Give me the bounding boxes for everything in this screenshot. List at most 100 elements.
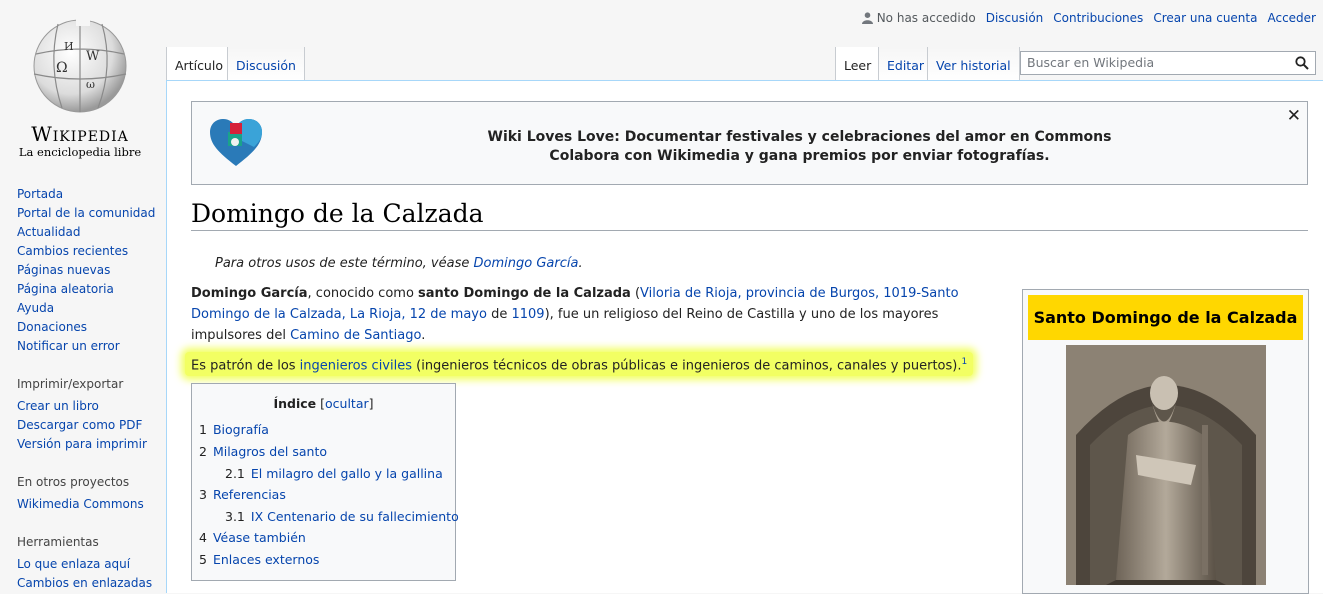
sidebar-item-portal-comunidad[interactable]: Portal de la comunidad bbox=[17, 206, 155, 220]
svg-text:ω: ω bbox=[86, 78, 95, 91]
toc-item[interactable]: 3.1 IX Centenario de su fallecimiento bbox=[199, 506, 459, 527]
toc-item[interactable]: 4 Véase también bbox=[199, 527, 455, 549]
text: Es patrón de los bbox=[191, 358, 300, 374]
search-icon[interactable] bbox=[1295, 56, 1309, 70]
toc-heading: Índice bbox=[273, 396, 317, 411]
toc-number: 2 bbox=[199, 444, 207, 459]
banner-line-1: Wiki Loves Love: Documentar festivales y… bbox=[487, 129, 1112, 145]
toc-number: 4 bbox=[199, 530, 207, 545]
text: ( bbox=[630, 286, 641, 301]
infobox-title: Santo Domingo de la Calzada bbox=[1028, 295, 1303, 340]
svg-text:Ω: Ω bbox=[56, 60, 68, 76]
toc-number: 1 bbox=[199, 422, 207, 437]
anon-user: No has accedido bbox=[861, 11, 976, 25]
contributions-link[interactable]: Contribuciones bbox=[1053, 11, 1143, 25]
not-logged-in-text: No has accedido bbox=[876, 11, 976, 25]
sidebar-nav: Portada Portal de la comunidad Actualida… bbox=[17, 185, 162, 356]
sidebar-item-commons[interactable]: Wikimedia Commons bbox=[17, 497, 144, 511]
tab-history[interactable]: Ver historial bbox=[927, 47, 1020, 81]
search-box bbox=[1020, 51, 1316, 75]
toc-number: 2.1 bbox=[225, 466, 245, 481]
sidebar-item-paginas-nuevas[interactable]: Páginas nuevas bbox=[17, 263, 110, 277]
sidebar-tools: Lo que enlaza aquí Cambios en enlazadas bbox=[17, 555, 162, 593]
sidebar-item-ayuda[interactable]: Ayuda bbox=[17, 301, 54, 315]
sidebar-item-actualidad[interactable]: Actualidad bbox=[17, 225, 81, 239]
text: . bbox=[421, 328, 426, 343]
tab-read[interactable]: Leer bbox=[835, 47, 880, 81]
sidebar-print: Crear un libro Descargar como PDF Versió… bbox=[17, 397, 162, 454]
banner-line-2: Colabora con Wikimedia y gana premios po… bbox=[549, 148, 1050, 164]
statue-image[interactable] bbox=[1066, 345, 1266, 585]
sidebar-item-descargar-pdf[interactable]: Descargar como PDF bbox=[17, 418, 142, 432]
bold-alt-name: santo Domingo de la Calzada bbox=[418, 286, 631, 301]
sidebar-item-pagina-aleatoria[interactable]: Página aleatoria bbox=[17, 282, 114, 296]
toc-link[interactable]: Referencias bbox=[213, 487, 286, 502]
reference-link[interactable]: 1 bbox=[962, 357, 968, 367]
toc-link[interactable]: IX Centenario de su fallecimiento bbox=[251, 509, 459, 524]
toc-link[interactable]: Biografía bbox=[213, 422, 269, 437]
toc-item[interactable]: 2 Milagros del santo bbox=[199, 441, 455, 463]
bracket: ] bbox=[368, 396, 374, 411]
bold-name: Domingo García bbox=[191, 286, 308, 301]
tab-article[interactable]: Artículo bbox=[166, 47, 231, 81]
toc-title: Índice [ocultar] bbox=[192, 396, 455, 411]
wordmark: Wikipedia bbox=[31, 122, 129, 146]
toc-item[interactable]: 3 Referencias bbox=[199, 484, 455, 506]
create-account-link[interactable]: Crear una cuenta bbox=[1153, 11, 1257, 25]
page-title: Domingo de la Calzada bbox=[191, 199, 1308, 231]
sidebar-item-portada[interactable]: Portada bbox=[17, 187, 63, 201]
toc-hide-link[interactable]: ocultar bbox=[325, 396, 369, 411]
camino-santiago-link[interactable]: Camino de Santiago bbox=[290, 328, 421, 343]
sidebar-item-cambios-recientes[interactable]: Cambios recientes bbox=[17, 244, 128, 258]
central-notice-banner[interactable]: Wiki Loves Love: Documentar festivales y… bbox=[191, 101, 1308, 185]
text: de bbox=[486, 307, 512, 322]
hatnote-suffix: . bbox=[578, 256, 583, 271]
toc-link[interactable]: Milagros del santo bbox=[213, 444, 327, 459]
tab-edit[interactable]: Editar bbox=[878, 47, 933, 81]
sidebar-projects: Wikimedia Commons bbox=[17, 495, 162, 514]
sidebar-heading-print[interactable]: Imprimir/exportar bbox=[17, 377, 162, 391]
close-icon[interactable]: ✕ bbox=[1287, 106, 1301, 126]
lead-paragraph: Domingo García, conocido como santo Domi… bbox=[191, 283, 999, 346]
ingenieros-civiles-link[interactable]: ingenieros civiles bbox=[300, 358, 412, 373]
text: (ingenieros técnicos de obras públicas e… bbox=[412, 358, 962, 374]
toc-link[interactable]: El milagro del gallo y la gallina bbox=[251, 466, 443, 481]
sidebar: Portada Portal de la comunidad Actualida… bbox=[17, 185, 162, 593]
svg-text:W: W bbox=[86, 49, 100, 64]
sidebar-item-lo-que-enlaza[interactable]: Lo que enlaza aquí bbox=[17, 557, 130, 571]
hatnote-text: Para otros usos de este término, véase bbox=[215, 256, 474, 271]
sidebar-item-crear-libro[interactable]: Crear un libro bbox=[17, 399, 99, 413]
tab-discussion[interactable]: Discusión bbox=[227, 47, 305, 81]
sidebar-item-notificar-error[interactable]: Notificar un error bbox=[17, 339, 120, 353]
content-area: Wiki Loves Love: Documentar festivales y… bbox=[166, 80, 1323, 594]
toc-number: 3 bbox=[199, 487, 207, 502]
toc-item[interactable]: 1 Biografía bbox=[199, 419, 455, 441]
sidebar-item-cambios-enlazadas[interactable]: Cambios en enlazadas bbox=[17, 576, 152, 590]
toc-link[interactable]: Véase también bbox=[213, 530, 306, 545]
svg-text:И: И bbox=[64, 40, 74, 53]
toc-item[interactable]: 5 Enlaces externos bbox=[199, 549, 455, 571]
toc-list: 1 Biografía 2 Milagros del santo 2.1 El mil… bbox=[199, 419, 459, 571]
toc-number: 5 bbox=[199, 552, 207, 567]
hatnote-link[interactable]: Domingo García bbox=[474, 256, 579, 271]
user-icon bbox=[861, 12, 873, 24]
login-link[interactable]: Acceder bbox=[1267, 11, 1316, 25]
talk-link[interactable]: Discusión bbox=[986, 11, 1044, 25]
toc-link[interactable]: Enlaces externos bbox=[213, 552, 319, 567]
search-input[interactable] bbox=[1021, 52, 1283, 73]
hatnote: Para otros usos de este término, véase D… bbox=[215, 256, 583, 271]
wikipedia-globe-icon: Ω W И ω bbox=[33, 16, 127, 113]
infobox: Santo Domingo de la Calzada bbox=[1022, 289, 1309, 594]
highlighted-paragraph: Es patrón de los ingenieros civiles (ing… bbox=[185, 352, 974, 377]
personal-tools: No has accedido Discusión Contribuciones… bbox=[861, 11, 1316, 25]
toc-number: 3.1 bbox=[225, 509, 245, 524]
sidebar-item-donaciones[interactable]: Donaciones bbox=[17, 320, 87, 334]
banner-text: Wiki Loves Love: Documentar festivales y… bbox=[192, 128, 1307, 166]
year-link[interactable]: 1109 bbox=[511, 307, 544, 322]
sidebar-heading-projects[interactable]: En otros proyectos bbox=[17, 475, 162, 489]
tagline: La enciclopedia libre bbox=[18, 145, 142, 159]
sidebar-heading-tools[interactable]: Herramientas bbox=[17, 535, 162, 549]
wikipedia-logo[interactable]: Ω W И ω Wikipedia La enciclopedia libre bbox=[0, 0, 160, 160]
sidebar-item-version-imprimir[interactable]: Versión para imprimir bbox=[17, 437, 147, 451]
toc-item[interactable]: 2.1 El milagro del gallo y la gallina bbox=[199, 463, 455, 484]
